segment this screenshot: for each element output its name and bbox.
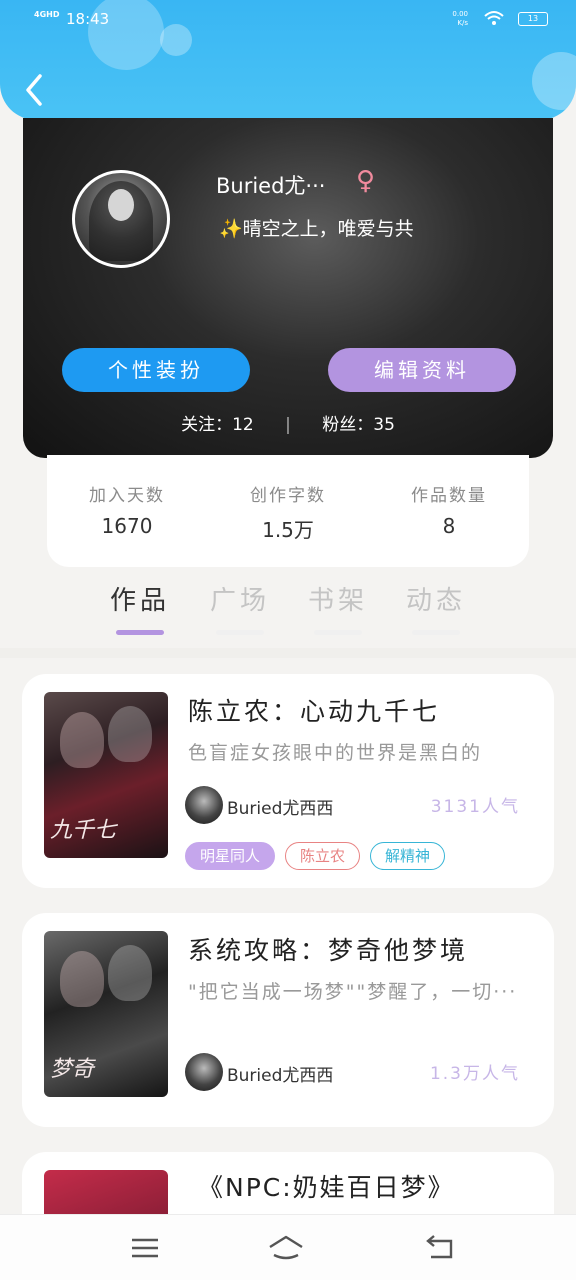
tab-square[interactable]: 广场	[200, 580, 280, 617]
tab-activity[interactable]: 动态	[396, 580, 476, 617]
stat-value: 8	[442, 514, 456, 538]
tab-works[interactable]: 作品	[100, 580, 180, 617]
popularity-count: 3131人气	[430, 797, 520, 817]
author-avatar	[185, 1053, 223, 1091]
menu-icon[interactable]	[125, 1231, 165, 1265]
stats-card: 加入天数 1670 创作字数 1.5万 作品数量 8	[47, 455, 529, 567]
battery-icon: 13	[518, 12, 548, 26]
profile-card: Buried尤··· ♀ ✨晴空之上，唯爱与共 个性装扮 编辑资料 关注：12 …	[23, 118, 553, 458]
book-title[interactable]: 陈立农：心动九千七	[188, 692, 440, 728]
book-title[interactable]: 《NPC:奶娃百日梦》	[198, 1168, 455, 1204]
return-icon[interactable]	[421, 1231, 461, 1265]
author-name: Buried尤西西	[227, 799, 334, 819]
top-header: 4GHD 18:43 0.00 K/s 13	[0, 0, 576, 120]
female-icon: ♀	[356, 166, 376, 196]
stat-value: 1.5万	[262, 518, 314, 542]
tab-bookshelf[interactable]: 书架	[298, 580, 378, 617]
tab-indicator	[116, 630, 164, 635]
username: Buried尤···	[216, 174, 326, 198]
tab-indicator	[412, 630, 460, 635]
profile-avatar[interactable]	[72, 170, 170, 268]
author-avatar	[185, 786, 223, 824]
tab-indicator	[314, 630, 362, 635]
stat-label: 加入天数	[89, 486, 165, 506]
popularity-count: 1.3万人气	[429, 1064, 520, 1084]
book-cover[interactable]: 梦奇	[44, 931, 168, 1097]
stat-label: 作品数量	[411, 486, 487, 506]
tag-chip[interactable]: 解精神	[370, 842, 446, 870]
section-divider	[0, 648, 576, 658]
book-tags: 明星同人 陈立农 解精神	[185, 842, 455, 870]
author-name: Buried尤西西	[227, 1066, 334, 1086]
stat-words: 创作字数 1.5万	[218, 481, 358, 543]
content-tabs: 作品 广场 书架 动态	[0, 580, 576, 644]
stat-days: 加入天数 1670	[57, 481, 197, 538]
book-cover[interactable]	[44, 1170, 168, 1220]
personal-dress-button[interactable]: 个性装扮	[62, 348, 250, 392]
book-card[interactable]: 梦奇 系统攻略：梦奇他梦境 "把它当成一场梦""梦醒了，一切··· Buried…	[22, 913, 554, 1127]
signal-indicator: 4GHD	[34, 10, 60, 19]
stat-works: 作品数量 8	[379, 481, 519, 538]
profile-bio: ✨晴空之上，唯爱与共	[219, 214, 414, 241]
cover-title: 梦奇	[50, 1057, 95, 1082]
following-link[interactable]: 关注：12	[181, 415, 254, 435]
wifi-icon	[484, 11, 504, 25]
sparkle-icon: ✨	[219, 218, 243, 240]
fans-link[interactable]: 粉丝：35	[322, 415, 395, 435]
status-bar: 4GHD 18:43 0.00 K/s 13	[34, 10, 548, 34]
status-time: 18:43	[66, 10, 110, 28]
tag-chip[interactable]: 陈立农	[285, 842, 361, 870]
net-speed-unit: K/s	[457, 19, 468, 27]
follow-stats: 关注：12 | 粉丝：35	[23, 410, 553, 435]
net-speed: 0.00 K/s	[452, 10, 468, 28]
home-icon[interactable]	[266, 1231, 306, 1265]
book-title[interactable]: 系统攻略：梦奇他梦境	[188, 931, 468, 967]
cover-title: 九千七	[50, 818, 117, 843]
decor-bubble	[532, 52, 576, 110]
tab-indicator	[216, 630, 264, 635]
bio-text: 晴空之上，唯爱与共	[242, 218, 414, 240]
stat-value: 1670	[101, 514, 153, 538]
net-speed-value: 0.00	[452, 10, 468, 18]
tag-chip[interactable]: 明星同人	[185, 842, 276, 870]
divider: |	[285, 415, 291, 435]
stat-label: 创作字数	[250, 486, 326, 506]
book-cover[interactable]: 九千七	[44, 692, 168, 858]
book-description: 色盲症女孩眼中的世界是黑白的	[188, 742, 483, 764]
book-card[interactable]: 九千七 陈立农：心动九千七 色盲症女孩眼中的世界是黑白的 Buried尤西西 3…	[22, 674, 554, 888]
chevron-left-icon[interactable]	[20, 70, 50, 110]
system-nav-bar	[0, 1214, 576, 1280]
book-description: "把它当成一场梦""梦醒了，一切···	[188, 981, 518, 1003]
edit-profile-button[interactable]: 编辑资料	[328, 348, 516, 392]
